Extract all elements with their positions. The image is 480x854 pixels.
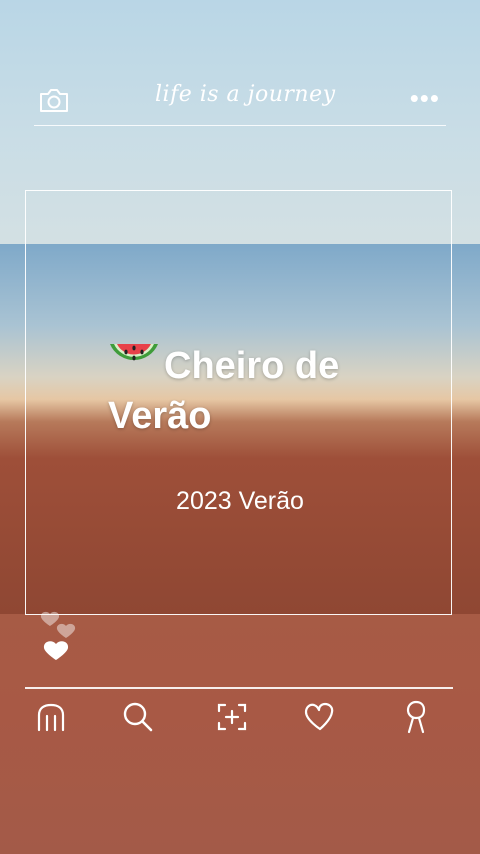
home-icon[interactable] <box>33 700 69 734</box>
top-bar: life is a journey ••• <box>0 76 480 126</box>
post-title-line2: Verão <box>108 395 212 437</box>
nav-divider <box>25 687 453 689</box>
watermelon-icon <box>108 338 160 393</box>
bottom-nav <box>0 700 480 740</box>
header-divider <box>34 125 446 126</box>
heart-icon[interactable] <box>302 700 338 734</box>
profile-icon[interactable] <box>398 700 434 734</box>
more-dots-icon[interactable]: ••• <box>410 85 440 111</box>
tagline-text: life is a journey <box>155 82 336 107</box>
camera-icon[interactable] <box>38 88 70 119</box>
post-subtitle: 2023 Verão <box>176 487 304 515</box>
post-title: Cheiro de Verão <box>108 338 408 439</box>
add-post-icon[interactable] <box>214 700 250 734</box>
post-title-line1: Cheiro de <box>164 345 340 387</box>
floating-hearts <box>38 610 82 675</box>
search-icon[interactable] <box>120 700 156 734</box>
